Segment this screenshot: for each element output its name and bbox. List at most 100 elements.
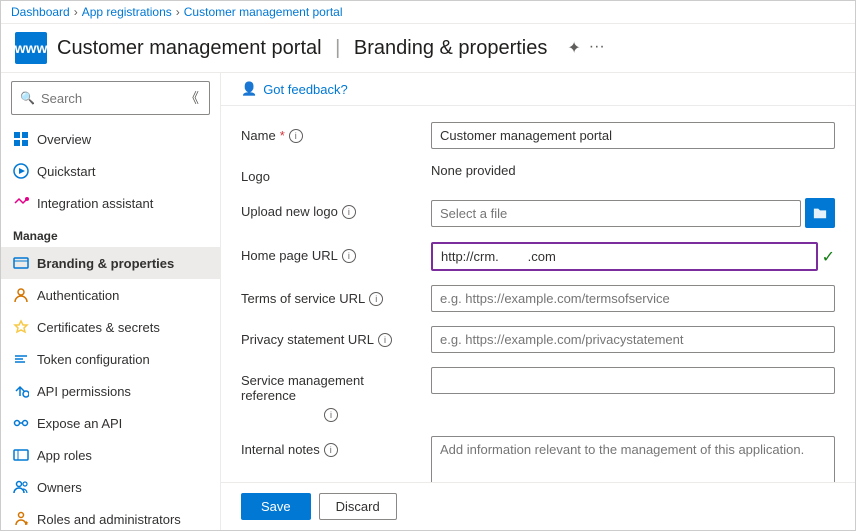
save-button[interactable]: Save — [241, 493, 311, 520]
sidebar-item-overview[interactable]: Overview — [1, 123, 220, 155]
app-roles-icon — [13, 447, 29, 463]
upload-file-input[interactable] — [431, 200, 801, 227]
name-input[interactable] — [431, 122, 835, 149]
sidebar-item-api-permissions[interactable]: API permissions — [1, 375, 220, 407]
branding-icon — [13, 255, 29, 271]
terms-info-icon[interactable]: i — [369, 292, 383, 306]
sidebar-item-roles-admin[interactable]: Roles and administrators — [1, 503, 220, 530]
terms-row: Terms of service URL i — [241, 285, 835, 312]
quickstart-icon — [13, 163, 29, 179]
roles-admin-label: Roles and administrators — [37, 512, 181, 527]
name-info-icon[interactable]: i — [289, 129, 303, 143]
search-box-container: 🔍 《 — [11, 81, 210, 115]
privacy-info-icon[interactable]: i — [378, 333, 392, 347]
upload-logo-row: Upload new logo i — [241, 198, 835, 228]
app-header: www Customer management portal | Brandin… — [1, 24, 855, 73]
app-roles-label: App roles — [37, 448, 92, 463]
breadcrumb-current: Customer management portal — [184, 5, 343, 19]
header-icons: ✦ ··· — [567, 38, 604, 58]
logo-static: None provided — [431, 157, 516, 178]
internal-notes-textarea[interactable] — [431, 436, 835, 482]
upload-label: Upload new logo i — [241, 198, 421, 219]
sidebar-item-certs[interactable]: Certificates & secrets — [1, 311, 220, 343]
terms-field — [431, 285, 835, 312]
app-name: Customer management portal — [57, 37, 322, 59]
upload-info-icon[interactable]: i — [342, 205, 356, 219]
logo-row: Logo None provided — [241, 163, 835, 184]
homepage-info-icon[interactable]: i — [342, 249, 356, 263]
sidebar-item-app-roles[interactable]: App roles — [1, 439, 220, 471]
token-label: Token configuration — [37, 352, 150, 367]
expose-api-icon — [13, 415, 29, 431]
more-options-icon[interactable]: ··· — [589, 38, 605, 58]
logo-field: None provided — [431, 163, 835, 178]
authentication-icon — [13, 287, 29, 303]
internal-notes-field — [431, 436, 835, 482]
name-field — [431, 122, 835, 149]
app-icon: www — [15, 32, 47, 64]
internal-notes-row: Internal notes i — [241, 436, 835, 482]
certs-icon — [13, 319, 29, 335]
integration-label: Integration assistant — [37, 196, 153, 211]
feedback-bar[interactable]: 👤 Got feedback? — [221, 73, 855, 106]
service-mgmt-field — [431, 367, 835, 394]
overview-icon — [13, 131, 29, 147]
browse-file-button[interactable] — [805, 198, 835, 228]
search-input[interactable] — [41, 91, 177, 106]
overview-label: Overview — [37, 132, 91, 147]
feedback-label: Got feedback? — [263, 82, 348, 97]
terms-label: Terms of service URL i — [241, 285, 421, 306]
certs-label: Certificates & secrets — [37, 320, 160, 335]
feedback-icon: 👤 — [241, 81, 257, 97]
app-title: Customer management portal | Branding & … — [57, 37, 547, 60]
collapse-sidebar-button[interactable]: 《 — [183, 86, 201, 110]
upload-field-container — [431, 198, 835, 228]
footer-actions: Save Discard — [221, 482, 855, 530]
content-area: 👤 Got feedback? Name * i — [221, 73, 855, 530]
sidebar-item-quickstart[interactable]: Quickstart — [1, 155, 220, 187]
integration-icon — [13, 195, 29, 211]
branding-label: Branding & properties — [37, 256, 174, 271]
homepage-field: ✓ — [431, 242, 835, 271]
search-icon: 🔍 — [20, 91, 35, 105]
breadcrumb-app-registrations[interactable]: App registrations — [82, 5, 172, 19]
privacy-input[interactable] — [431, 326, 835, 353]
name-row: Name * i — [241, 122, 835, 149]
token-icon — [13, 351, 29, 367]
pin-icon[interactable]: ✦ — [567, 38, 580, 58]
owners-label: Owners — [37, 480, 82, 495]
upload-field — [431, 198, 835, 228]
service-mgmt-input[interactable] — [431, 367, 835, 394]
sidebar-item-integration[interactable]: Integration assistant — [1, 187, 220, 219]
section-name: Branding & properties — [354, 37, 547, 59]
privacy-label: Privacy statement URL i — [241, 326, 421, 347]
quickstart-label: Quickstart — [37, 164, 96, 179]
sidebar-item-branding[interactable]: Branding & properties — [1, 247, 220, 279]
name-required: * — [280, 128, 285, 143]
homepage-input[interactable] — [431, 242, 818, 271]
roles-admin-icon — [13, 511, 29, 527]
manage-section-label: Manage — [1, 219, 220, 247]
terms-input[interactable] — [431, 285, 835, 312]
service-mgmt-info-icon[interactable]: i — [324, 408, 338, 422]
sidebar-item-token[interactable]: Token configuration — [1, 343, 220, 375]
service-mgmt-row: Service management reference i — [241, 367, 835, 422]
breadcrumb: Dashboard › App registrations › Customer… — [1, 1, 855, 24]
internal-notes-label: Internal notes i — [241, 436, 421, 457]
sidebar: 🔍 《 Overview Quickstart — [1, 73, 221, 530]
internal-notes-info-icon[interactable]: i — [324, 443, 338, 457]
discard-button[interactable]: Discard — [319, 493, 397, 520]
name-label: Name * i — [241, 122, 421, 143]
sidebar-item-authentication[interactable]: Authentication — [1, 279, 220, 311]
homepage-label: Home page URL i — [241, 242, 421, 263]
breadcrumb-dashboard[interactable]: Dashboard — [11, 5, 70, 19]
expose-api-label: Expose an API — [37, 416, 122, 431]
owners-icon — [13, 479, 29, 495]
sidebar-item-expose-api[interactable]: Expose an API — [1, 407, 220, 439]
privacy-row: Privacy statement URL i — [241, 326, 835, 353]
logo-label: Logo — [241, 163, 421, 184]
api-permissions-icon — [13, 383, 29, 399]
service-mgmt-label: Service management reference i — [241, 367, 421, 422]
sidebar-item-owners[interactable]: Owners — [1, 471, 220, 503]
homepage-row: Home page URL i ✓ — [241, 242, 835, 271]
